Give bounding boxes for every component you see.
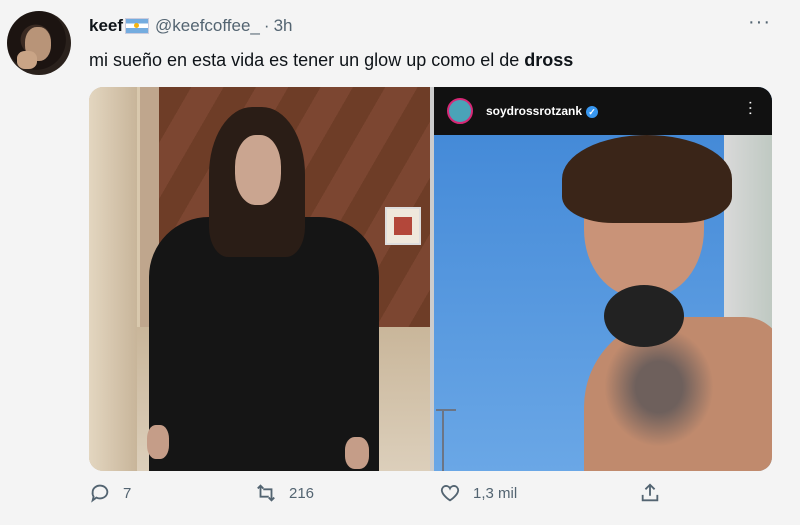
photo-before[interactable] (89, 87, 430, 471)
reply-button[interactable]: 7 (89, 482, 131, 504)
street-lamp (436, 409, 456, 471)
instagram-header: soydrossrotzank ✓ ··· (434, 87, 772, 135)
avatar-hand (17, 51, 37, 69)
tweet-header: keef @keefcoffee_ · 3h (89, 16, 292, 36)
tweet-media[interactable]: soydrossrotzank ✓ ··· (89, 87, 772, 471)
reply-count: 7 (123, 484, 132, 502)
verified-badge-icon: ✓ (586, 106, 599, 118)
author-handle[interactable]: @keefcoffee_ (155, 16, 260, 36)
like-button[interactable]: 1,3 mil (439, 482, 517, 504)
heart-icon (440, 485, 460, 502)
photo-right-person-hair (562, 135, 732, 223)
photo-left-wall-picture (385, 207, 421, 245)
tweet[interactable]: keef @keefcoffee_ · 3h ··· mi sueño en e… (0, 0, 800, 525)
retweet-icon (257, 484, 275, 502)
instagram-avatar (447, 98, 473, 124)
tweet-text-mention: dross (524, 50, 574, 70)
tattoo (604, 327, 714, 447)
photo-left-person-face (235, 135, 281, 205)
timestamp[interactable]: 3h (274, 16, 293, 36)
author-name[interactable]: keef (89, 16, 123, 36)
photo-left-hand (345, 437, 369, 469)
retweet-count: 216 (289, 484, 315, 502)
share-button[interactable] (639, 482, 673, 504)
instagram-username-text: soydrossrotzank (486, 104, 583, 118)
photo-left-door (89, 87, 137, 471)
headphones (604, 285, 684, 347)
tweet-actions: 7 216 1,3 mil (89, 482, 772, 518)
avatar[interactable] (7, 11, 71, 75)
more-options-icon[interactable]: ··· (748, 11, 771, 34)
reply-icon (91, 484, 109, 503)
photo-left-hand (147, 425, 169, 459)
retweet-button[interactable]: 216 (255, 482, 314, 504)
tweet-text: mi sueño en esta vida es tener un glow u… (89, 48, 573, 72)
instagram-username: soydrossrotzank ✓ (486, 104, 599, 118)
separator-dot: · (263, 16, 270, 35)
instagram-more-icon: ··· (742, 100, 759, 116)
photo-after[interactable]: soydrossrotzank ✓ ··· (434, 87, 772, 471)
argentina-flag-icon (125, 18, 150, 34)
like-count: 1,3 mil (473, 484, 518, 502)
share-icon (641, 483, 659, 502)
tweet-text-plain: mi sueño en esta vida es tener un glow u… (89, 50, 525, 70)
